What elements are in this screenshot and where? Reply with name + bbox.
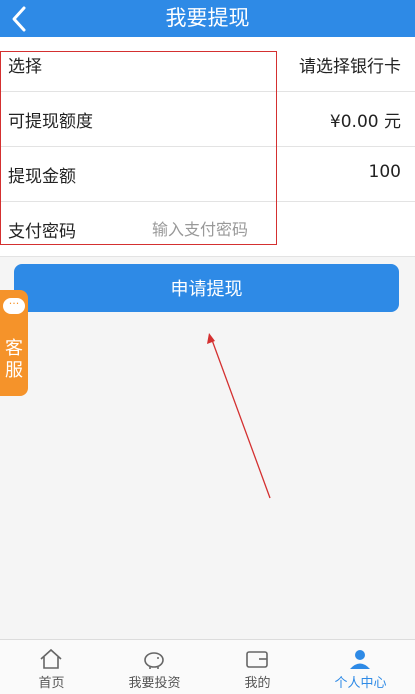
user-icon (350, 650, 370, 669)
select-bank-row[interactable]: 选择 请选择银行卡 (0, 37, 415, 92)
chat-bubble-icon: ··· (3, 298, 25, 314)
tab-invest[interactable]: 我要投资 (103, 640, 206, 694)
pay-password-row[interactable]: 支付密码 (0, 202, 415, 257)
available-amount-row: 可提现额度 ¥0.00 元 (0, 92, 415, 147)
home-icon (40, 648, 62, 669)
apply-withdraw-button[interactable]: 申请提现 (14, 264, 399, 312)
tab-profile[interactable]: 个人中心 (309, 640, 412, 694)
tab-profile-label: 个人中心 (334, 676, 387, 691)
header-bar: 我要提现 (0, 0, 415, 37)
available-amount-label: 可提现额度 (8, 112, 93, 132)
select-bank-label: 选择 (8, 57, 42, 77)
piggy-bank-icon (144, 652, 164, 669)
withdraw-form: 选择 请选择银行卡 可提现额度 ¥0.00 元 提现金额 100 支付密码 (0, 37, 415, 257)
customer-service-tab[interactable]: ··· 客服 (0, 290, 28, 396)
pay-password-input[interactable] (150, 215, 274, 243)
withdraw-amount-label: 提现金额 (8, 167, 76, 187)
tab-home-label: 首页 (38, 676, 65, 691)
withdraw-amount-input[interactable]: 100 (369, 162, 401, 182)
tab-my-assets-label: 我的 (244, 676, 271, 691)
select-bank-value[interactable]: 请选择银行卡 (299, 52, 401, 77)
bottom-tab-bar: 首页 我要投资 我的 个人中心 (0, 639, 415, 694)
available-amount-value: ¥0.00 元 (329, 112, 401, 132)
wallet-icon (246, 651, 268, 668)
pay-password-label: 支付密码 (8, 222, 76, 242)
tab-home[interactable]: 首页 (0, 640, 103, 694)
tab-invest-label: 我要投资 (128, 676, 181, 691)
page-title: 我要提现 (165, 6, 250, 30)
customer-service-label: 客服 (5, 338, 23, 381)
withdraw-amount-row[interactable]: 提现金额 100 (0, 147, 415, 202)
tab-my-assets[interactable]: 我的 (206, 640, 309, 694)
